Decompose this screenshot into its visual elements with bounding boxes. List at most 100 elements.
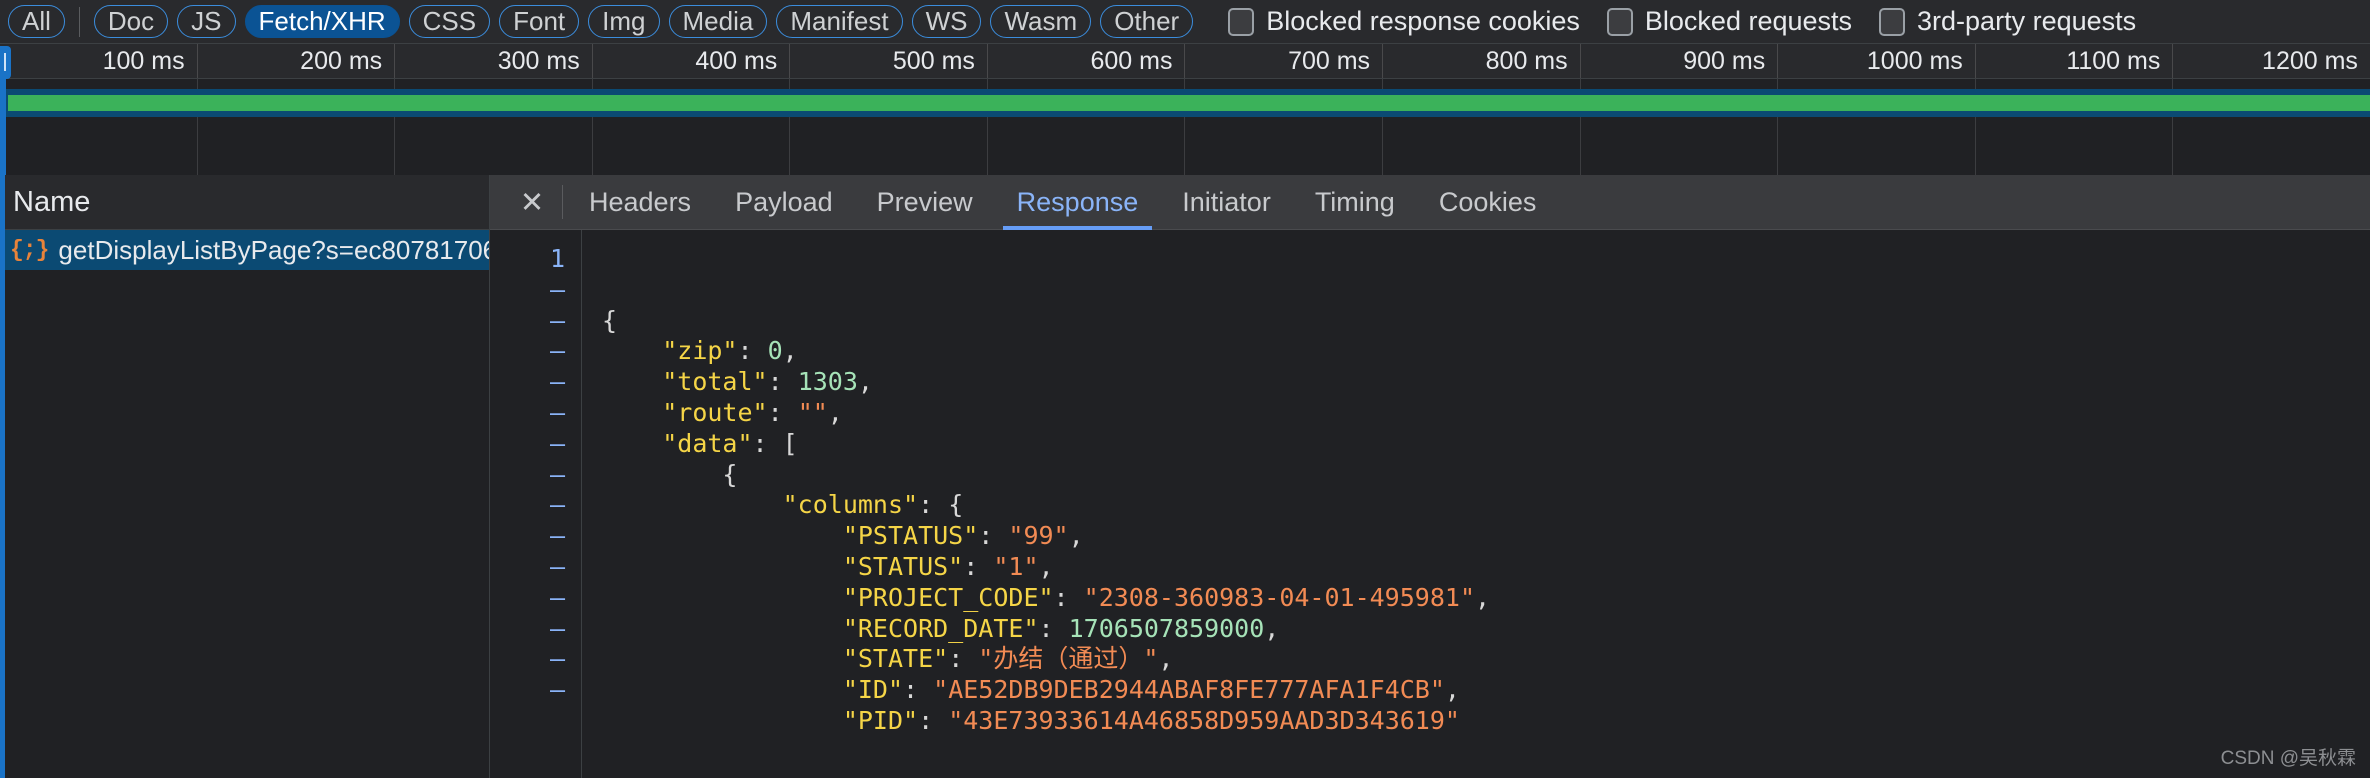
- code-token: : [: [752, 428, 798, 458]
- checkbox-blocked-response-cookies[interactable]: Blocked response cookies: [1228, 6, 1580, 37]
- checkbox-label: Blocked requests: [1644, 6, 1853, 36]
- filter-chip-other[interactable]: Other: [1100, 5, 1194, 38]
- ruler-tick: 500 ms: [790, 44, 988, 78]
- code-token: "AE52DB9DEB2944ABAF8FE777AFA1F4CB": [933, 675, 1445, 705]
- line-number: –: [549, 613, 565, 643]
- filter-chip-wasm[interactable]: Wasm: [990, 5, 1092, 38]
- timeline-ruler[interactable]: 100 ms 200 ms 300 ms 400 ms 500 ms 600 ms 700 …: [0, 44, 2370, 79]
- tab-initiator[interactable]: Initiator: [1160, 175, 1293, 230]
- code-line: "STATE": "办结（通过）",: [602, 644, 2370, 675]
- request-list: {;} getDisplayListByPage?s=ec80781706509…: [0, 230, 489, 778]
- selection-edge-marker: [0, 175, 5, 778]
- ruler-tick: 200 ms: [198, 44, 396, 78]
- filter-chip-ws[interactable]: WS: [911, 5, 982, 38]
- ruler-tick: 300 ms: [395, 44, 593, 78]
- request-name-label: getDisplayListByPage?s=ec807817065092739…: [58, 234, 489, 265]
- overview-left-edge-marker: [0, 79, 6, 175]
- code-token: :: [1053, 582, 1084, 612]
- code-token: : {: [918, 490, 964, 520]
- response-json-code[interactable]: { "zip": 0, "total": 1303, "route": "", …: [582, 230, 2370, 778]
- filter-chip-img[interactable]: Img: [588, 5, 660, 38]
- code-token: 0: [767, 336, 783, 366]
- checkbox-box-icon[interactable]: [1879, 7, 1906, 36]
- filter-chip-all[interactable]: All: [8, 5, 65, 38]
- code-token: ,: [1068, 521, 1084, 551]
- close-icon[interactable]: ✕: [506, 175, 558, 230]
- ruler-tick: 1100 ms: [1976, 44, 2174, 78]
- code-token: ,: [857, 367, 873, 397]
- tab-timing[interactable]: Timing: [1293, 175, 1417, 230]
- code-line: "STATUS": "1",: [602, 552, 2370, 583]
- code-token: "43E73933614A46858D959AAD3D343619": [948, 705, 1460, 735]
- code-line: "RECORD_DATE": 1706507859000,: [602, 614, 2370, 645]
- code-line: "PSTATUS": "99",: [602, 521, 2370, 552]
- code-token: :: [767, 367, 798, 397]
- checkbox-blocked-requests[interactable]: Blocked requests: [1606, 6, 1853, 37]
- overview-timing-bar[interactable]: [8, 95, 2370, 111]
- request-row-selected[interactable]: {;} getDisplayListByPage?s=ec80781706509…: [0, 230, 489, 270]
- code-token: "columns": [782, 490, 919, 520]
- code-token: :: [963, 551, 994, 581]
- code-line: "ID": "AE52DB9DEB2944ABAF8FE777AFA1F4CB"…: [602, 675, 2370, 706]
- code-token: "ID": [842, 675, 904, 705]
- code-line: "zip": 0,: [602, 336, 2370, 367]
- checkbox-label: 3rd-party requests: [1917, 6, 2137, 36]
- code-token: ,: [1158, 644, 1174, 674]
- code-line: "PID": "43E73933614A46858D959AAD3D343619…: [602, 706, 2370, 737]
- network-filter-toolbar: All Doc JS Fetch/XHR CSS Font Img Media Manifest…: [0, 0, 2370, 44]
- line-number: –: [549, 582, 565, 612]
- request-list-pane: Name {;} getDisplayListByPage?s=ec807817…: [0, 175, 490, 778]
- ruler-tick: 400 ms: [593, 44, 791, 78]
- checkbox-box-icon[interactable]: [1228, 7, 1255, 36]
- filter-chip-font[interactable]: Font: [499, 5, 580, 38]
- code-token: "2308-360983-04-01-495981": [1083, 582, 1475, 612]
- filter-chip-doc[interactable]: Doc: [93, 5, 169, 38]
- line-number-gutter: 1– – – – – – – – – – – – – –: [490, 230, 582, 778]
- code-token: ,: [1444, 675, 1460, 705]
- code-token: ,: [1264, 613, 1280, 643]
- code-token: "data": [662, 428, 753, 458]
- tab-response[interactable]: Response: [995, 175, 1161, 230]
- code-token: "total": [662, 367, 768, 397]
- line-number: –: [549, 644, 565, 674]
- checkbox-box-icon[interactable]: [1606, 7, 1633, 36]
- filter-chip-media[interactable]: Media: [668, 5, 768, 38]
- code-token: "RECORD_DATE": [842, 613, 1039, 643]
- line-number: –: [549, 521, 565, 551]
- code-token: ,: [782, 336, 798, 366]
- ruler-tick: 600 ms: [988, 44, 1186, 78]
- filter-chip-js[interactable]: JS: [177, 5, 236, 38]
- tab-headers[interactable]: Headers: [567, 175, 713, 230]
- ruler-tick: 1000 ms: [1778, 44, 1976, 78]
- line-number: –: [549, 367, 565, 397]
- filter-chip-fetch-xhr[interactable]: Fetch/XHR: [244, 5, 400, 38]
- code-line: "columns": {: [602, 490, 2370, 521]
- column-header-name[interactable]: Name: [0, 175, 489, 230]
- tab-payload[interactable]: Payload: [713, 175, 855, 230]
- timeline-range-handle[interactable]: [0, 46, 11, 79]
- code-token: :: [767, 397, 798, 427]
- tab-cookies[interactable]: Cookies: [1417, 175, 1559, 230]
- filter-chip-manifest[interactable]: Manifest: [776, 5, 903, 38]
- tab-preview[interactable]: Preview: [855, 175, 995, 230]
- code-token: "PROJECT_CODE": [842, 582, 1054, 612]
- filter-chip-css[interactable]: CSS: [408, 5, 491, 38]
- devtools-network-panel: All Doc JS Fetch/XHR CSS Font Img Media Manifest…: [0, 0, 2370, 778]
- code-token: ,: [827, 397, 843, 427]
- code-line: "data": [: [602, 429, 2370, 460]
- line-number: –: [549, 675, 565, 705]
- response-body-viewer[interactable]: 1– – – – – – – – – – – – – – { "zip": 0, "total": 130…: [490, 230, 2370, 778]
- network-overview-waterfall[interactable]: [0, 79, 2370, 175]
- json-braces-icon: {;}: [10, 237, 49, 263]
- code-line: {: [602, 306, 2370, 337]
- ruler-tick: 700 ms: [1185, 44, 1384, 78]
- checkbox-3rd-party-requests[interactable]: 3rd-party requests: [1879, 6, 2136, 37]
